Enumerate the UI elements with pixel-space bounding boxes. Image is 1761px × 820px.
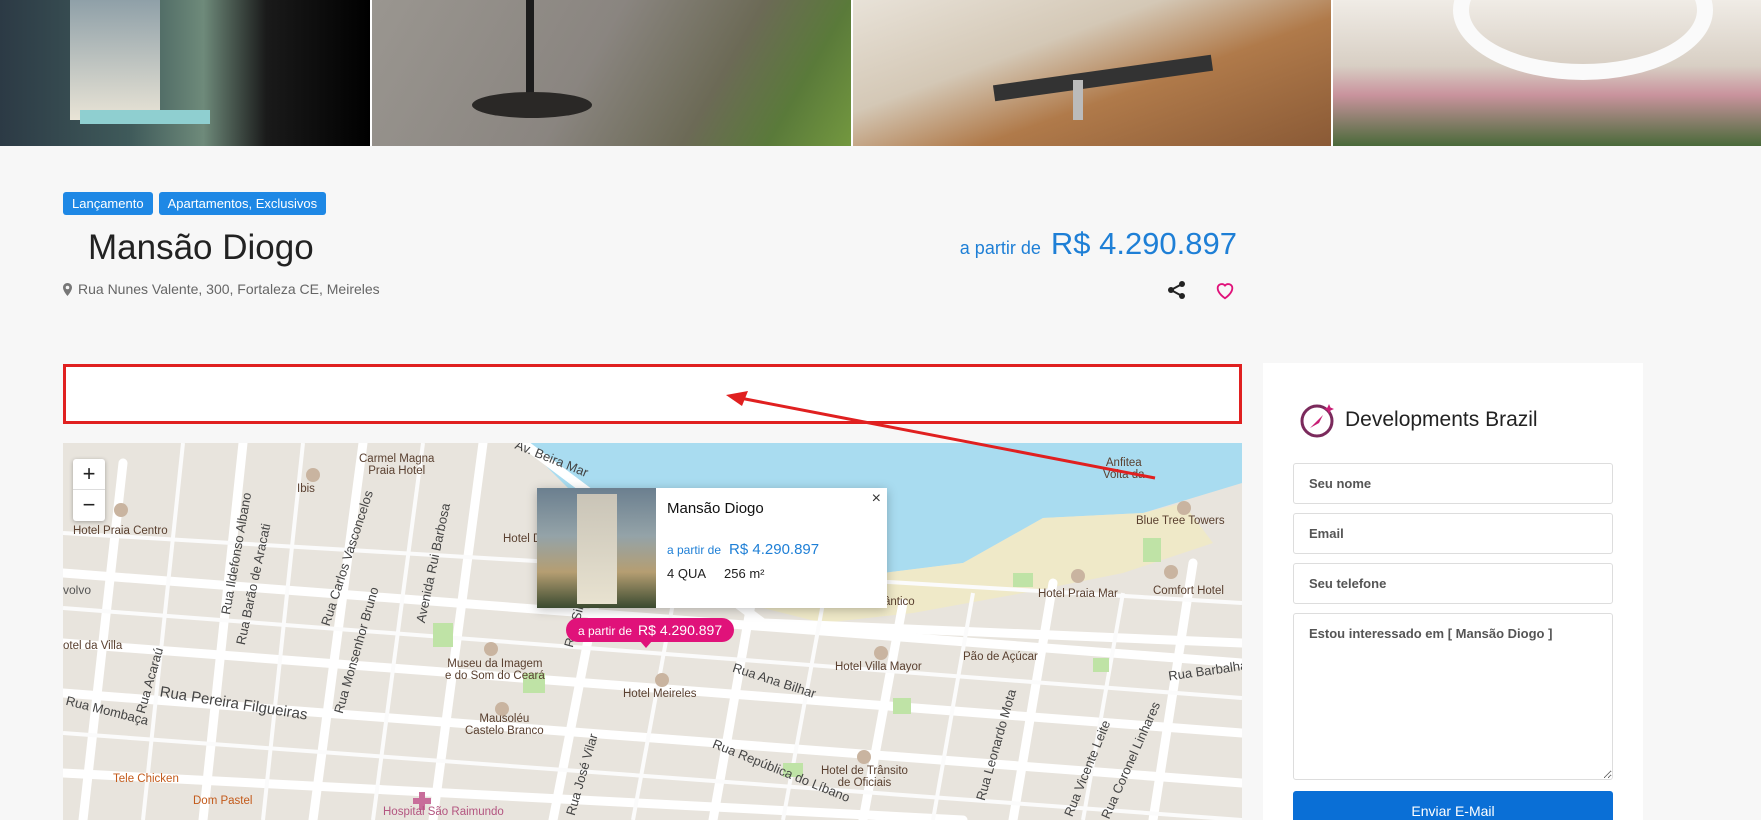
- popup-thumbnail[interactable]: [537, 488, 656, 608]
- popup-title[interactable]: Mansão Diogo: [667, 500, 764, 517]
- gallery-image-3[interactable]: [853, 0, 1333, 146]
- popup-close-button[interactable]: ×: [872, 490, 881, 508]
- name-field[interactable]: [1293, 463, 1613, 504]
- map-label-hotel-da-villa: otel da Villa: [63, 640, 123, 652]
- brand-name: Developments Brazil: [1345, 408, 1538, 431]
- highlight-box: [63, 364, 1242, 424]
- map-label-carmel: Carmel Magna Praia Hotel: [359, 453, 435, 477]
- map-label-anfiteatro: Anfitea Volta da: [1103, 457, 1145, 481]
- gallery-image-1[interactable]: [0, 0, 372, 146]
- map-label-villa-mayor: Hotel Villa Mayor: [835, 661, 922, 673]
- map-label-mausoleu: Mausoléu Castelo Branco: [465, 713, 544, 737]
- map-price-marker[interactable]: a partir de R$ 4.290.897: [566, 618, 735, 648]
- message-field[interactable]: Estou interessado em [ Mansão Diogo ]: [1293, 613, 1613, 780]
- marker-price-value: R$ 4.290.897: [638, 622, 723, 638]
- tag-category[interactable]: Apartamentos, Exclusivos: [158, 192, 327, 215]
- map-label-museu: Museu da Imagem e do Som do Ceará: [445, 658, 545, 682]
- popup-price: a partir de R$ 4.290.897: [667, 541, 819, 558]
- email-field[interactable]: [1293, 513, 1613, 554]
- map-popup: Mansão Diogo a partir de R$ 4.290.897 4 …: [537, 488, 887, 608]
- address-text: Rua Nunes Valente, 300, Fortaleza CE, Me…: [78, 281, 380, 297]
- zoom-in-button[interactable]: +: [73, 459, 105, 490]
- phone-field[interactable]: [1293, 563, 1613, 604]
- popup-price-value: R$ 4.290.897: [729, 541, 820, 558]
- map-label-hospital: Hospital São Raimundo: [383, 806, 504, 818]
- map-label-tele-chicken: Tele Chicken: [113, 773, 179, 785]
- price-prefix: a partir de: [959, 238, 1041, 258]
- send-email-button[interactable]: Enviar E-Mail: [1293, 791, 1613, 820]
- map-label-pao-de-acucar: Pão de Açúcar: [963, 651, 1038, 663]
- price-value: R$ 4.290.897: [1050, 226, 1237, 261]
- property-tags: Lançamento Apartamentos, Exclusivos: [63, 192, 327, 215]
- popup-area: 256 m²: [724, 566, 765, 581]
- popup-specs: 4 QUA 256 m²: [667, 566, 764, 581]
- map-label-hotel-praia-centro: Hotel Praia Centro: [73, 525, 168, 537]
- tag-launch[interactable]: Lançamento: [63, 192, 153, 215]
- zoom-controls: + −: [73, 459, 105, 521]
- location-pin-icon: [63, 282, 72, 296]
- map-label-atlantico: ântico: [884, 596, 915, 608]
- marker-price-prefix: a partir de: [578, 624, 633, 638]
- map-label-dom-pastel: Dom Pastel: [193, 795, 253, 807]
- map-label-comfort-hotel: Comfort Hotel: [1153, 585, 1224, 597]
- map-label-volvo: volvo: [63, 583, 92, 597]
- gallery-image-2[interactable]: [372, 0, 853, 146]
- map-label-blue-tree: Blue Tree Towers: [1136, 515, 1225, 527]
- photo-gallery: [0, 0, 1761, 146]
- map-label-hotel-praia-mar: Hotel Praia Mar: [1038, 588, 1118, 600]
- share-icon[interactable]: [1167, 280, 1187, 300]
- heart-icon[interactable]: [1214, 279, 1236, 301]
- zoom-out-button[interactable]: −: [73, 490, 105, 521]
- property-title: Mansão Diogo: [88, 228, 314, 267]
- price-block: a partir de R$ 4.290.897: [960, 226, 1237, 262]
- compass-logo-icon: [1300, 404, 1334, 438]
- map-label-hotel-d: Hotel D: [503, 533, 542, 545]
- map-label-hotel-meireles: Hotel Meireles: [623, 688, 697, 700]
- property-address: Rua Nunes Valente, 300, Fortaleza CE, Me…: [63, 281, 380, 297]
- card-header: Developments Brazil: [1299, 401, 1538, 439]
- contact-card: Developments Brazil Estou interessado em…: [1263, 363, 1643, 820]
- popup-rooms: 4 QUA: [667, 566, 707, 581]
- popup-price-prefix: a partir de: [667, 543, 722, 557]
- map-label-ibis: Ibis: [297, 483, 315, 495]
- gallery-image-4[interactable]: [1333, 0, 1761, 146]
